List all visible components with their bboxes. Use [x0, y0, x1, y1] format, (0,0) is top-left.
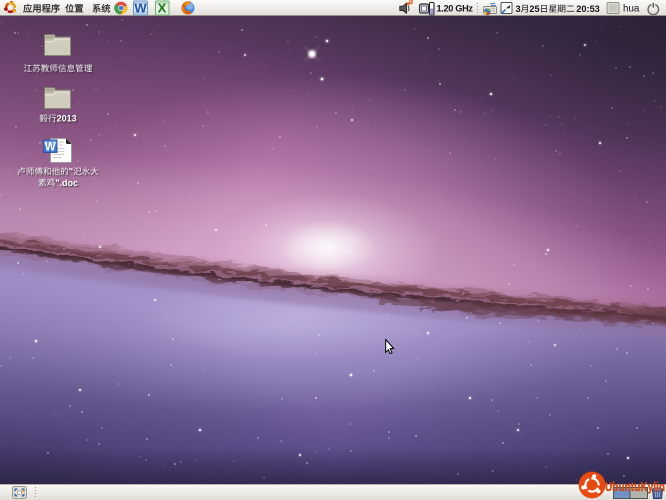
svg-text:25: 25: [529, 4, 539, 14]
svg-text:": ": [69, 167, 73, 177]
svg-text:UbuntuKylin: UbuntuKylin: [605, 480, 665, 494]
svg-text:W: W: [45, 142, 56, 154]
svg-text:X: X: [158, 1, 167, 16]
svg-text:W: W: [134, 1, 147, 16]
svg-text:20:53: 20:53: [576, 4, 600, 14]
svg-text:1.20 GHz: 1.20 GHz: [437, 4, 474, 14]
svg-text:2013: 2013: [57, 114, 77, 124]
svg-text:hua: hua: [623, 4, 640, 15]
svg-text:3: 3: [516, 4, 521, 14]
svg-text:".doc: ".doc: [55, 178, 78, 188]
